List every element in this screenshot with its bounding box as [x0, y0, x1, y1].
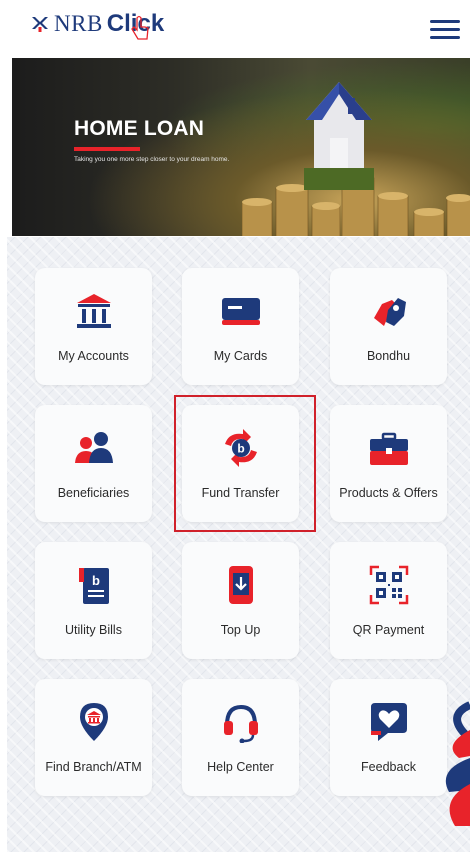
headset-icon: [182, 701, 299, 743]
tile-label: My Cards: [213, 349, 268, 363]
tile-label: My Accounts: [58, 349, 129, 363]
tile-my-cards[interactable]: My Cards: [182, 268, 299, 385]
tile-label: Help Center: [207, 760, 274, 774]
banner-title-underline: [74, 147, 140, 151]
location-pin-icon: [35, 701, 152, 743]
bill-icon: b: [35, 564, 152, 606]
nrb-click-logo: NRB Click: [30, 6, 164, 42]
bank-icon: [35, 290, 152, 332]
tile-label: Find Branch/ATM: [45, 760, 142, 774]
tile-label: QR Payment: [352, 623, 425, 637]
house-illustration: [304, 82, 374, 190]
tile-utility-bills[interactable]: b Utility Bills: [35, 542, 152, 659]
tile-label: Beneficiaries: [57, 486, 130, 500]
banner-subtitle: Taking you one more step closer to your …: [74, 156, 230, 163]
tile-top-up[interactable]: Top Up: [182, 542, 299, 659]
pointer-hand-icon: [130, 15, 149, 40]
qr-code-icon: [330, 564, 447, 606]
briefcase-icon: [330, 427, 447, 469]
card-icon: [182, 290, 299, 332]
banner-title: HOME LOAN: [74, 117, 205, 140]
tile-help-center[interactable]: Help Center: [182, 679, 299, 796]
tile-products-offers[interactable]: Products & Offers: [330, 405, 447, 522]
tile-bondhu[interactable]: Bondhu: [330, 268, 447, 385]
logo-nrb-text: NRB: [54, 11, 103, 36]
mobile-topup-icon: [182, 564, 299, 606]
app-header: NRB Click: [0, 0, 470, 56]
feedback-heart-icon: [330, 701, 447, 743]
tile-qr-payment[interactable]: QR Payment: [330, 542, 447, 659]
tile-label: Utility Bills: [65, 623, 122, 637]
logo-click-text: Click: [107, 10, 164, 40]
hamburger-menu-icon[interactable]: [430, 20, 460, 40]
bondhu-icon: [330, 290, 447, 332]
svg-text:b: b: [92, 573, 100, 588]
tile-label: Products & Offers: [339, 486, 438, 500]
floating-action-button[interactable]: [437, 700, 470, 830]
fund-transfer-highlight-box: [174, 395, 316, 532]
tile-label: Feedback: [361, 760, 416, 774]
tile-find-branch-atm[interactable]: Find Branch/ATM: [35, 679, 152, 796]
nrb-emblem-icon: [32, 17, 48, 32]
tile-feedback[interactable]: Feedback: [330, 679, 447, 796]
people-icon: [35, 427, 152, 469]
tile-my-accounts[interactable]: My Accounts: [35, 268, 152, 385]
promo-banner[interactable]: HOME LOAN Taking you one more step close…: [12, 58, 470, 236]
tile-beneficiaries[interactable]: Beneficiaries: [35, 405, 152, 522]
tile-label: Bondhu: [366, 349, 411, 363]
tile-label: Top Up: [220, 623, 261, 637]
